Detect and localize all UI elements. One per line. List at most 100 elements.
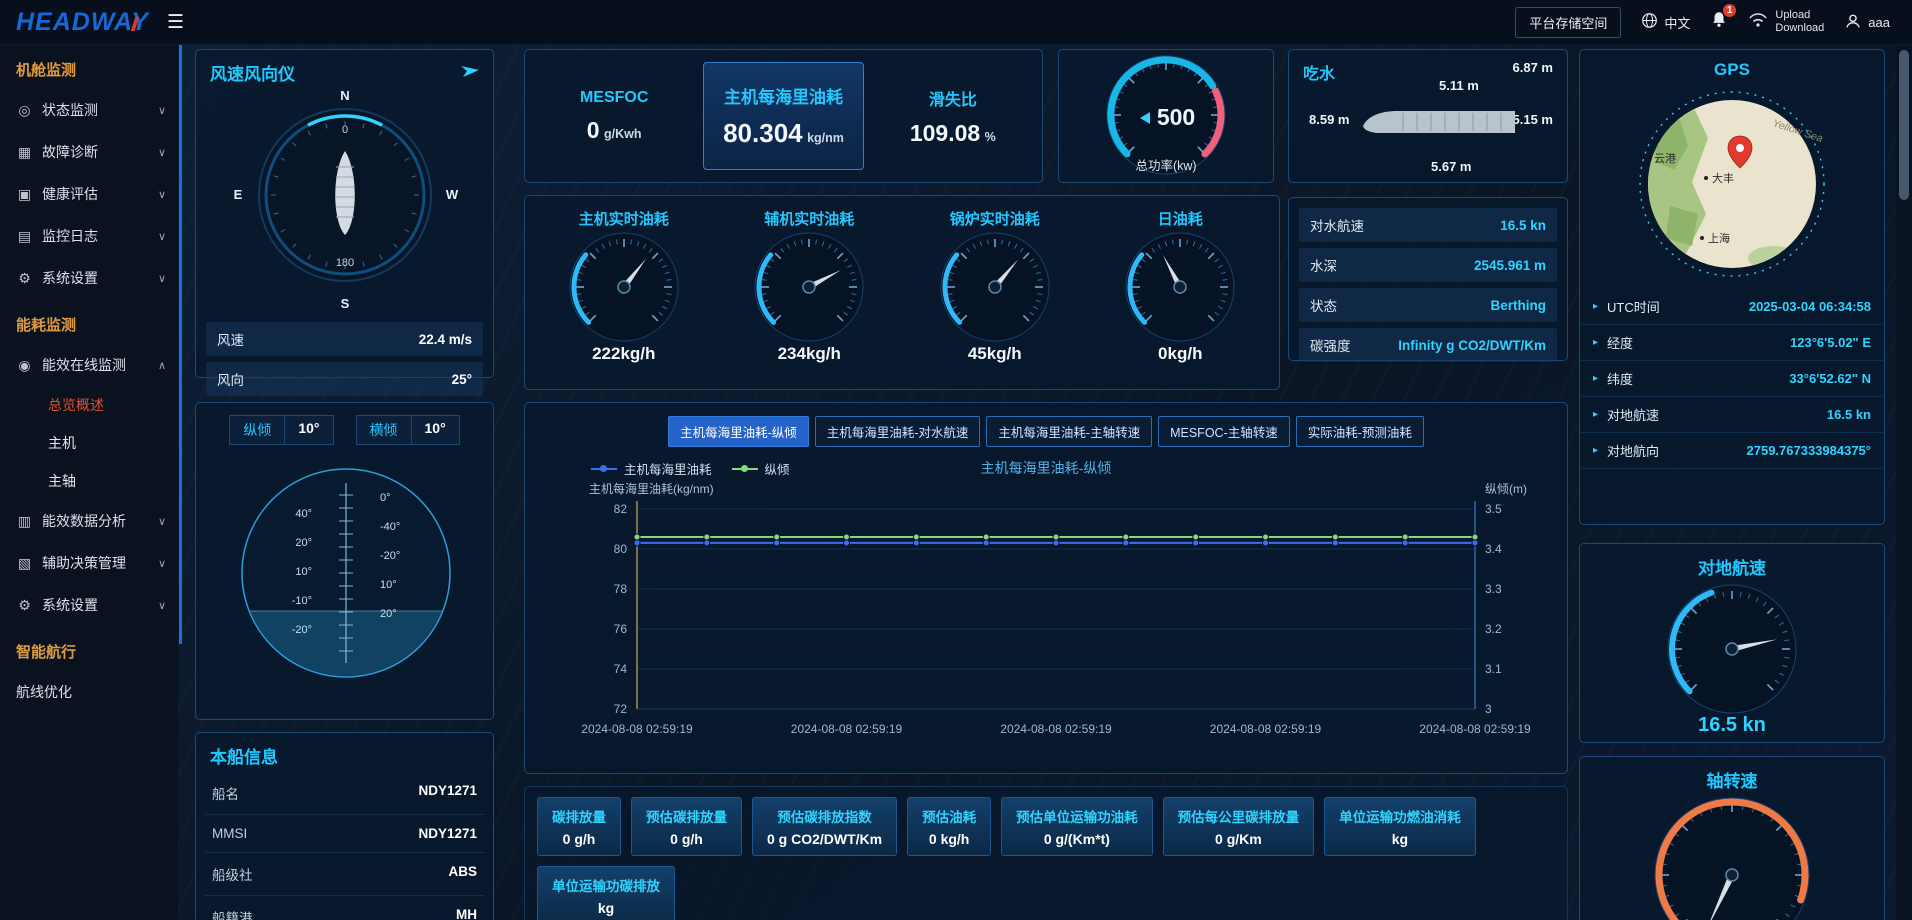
sidebar-item[interactable]: ▣健康评估∨ <box>0 173 178 215</box>
row-value: 16.5 kn <box>1500 218 1546 233</box>
info-row: ▸对地航速16.5 kn <box>1580 397 1884 433</box>
kpi-label: 滑失比 <box>929 86 977 110</box>
legend-item[interactable]: 纵倾 <box>732 459 790 478</box>
notifications-button[interactable]: 1 <box>1710 10 1728 34</box>
kpi-cell: 滑失比109.08 % <box>874 62 1032 170</box>
chart-legend: 主机每海里油耗 纵倾 <box>591 459 790 478</box>
chart-plot-area: 主机每海里油耗(kg/nm)纵倾(m)8280787674723.53.43.3… <box>525 479 1569 766</box>
sidebar-item[interactable]: ▦故障诊断∨ <box>0 131 178 173</box>
sidebar-item[interactable]: ▤监控日志∨ <box>0 215 178 257</box>
sidebar-item-label: 能效在线监测 <box>42 355 149 375</box>
metric-card: 单位运输功燃油消耗kg <box>1324 797 1476 856</box>
row-label: 碳强度 <box>1310 335 1351 355</box>
sidebar-item-label: 系统设置 <box>42 268 149 288</box>
chevron-down-icon: ∨ <box>158 188 166 201</box>
info-row: 船级社ABS <box>204 853 485 896</box>
page-scrollbar[interactable] <box>1896 44 1912 920</box>
svg-text:3.5: 3.5 <box>1485 502 1502 516</box>
metric-value: 0 g/h <box>646 831 727 847</box>
sidebar-item[interactable]: ◉能效在线监测∧ <box>0 344 178 386</box>
metric-card: 单位运输功碳排放kg <box>537 866 675 920</box>
svg-text:0: 0 <box>341 124 347 136</box>
svg-text:2024-08-08 02:59:19: 2024-08-08 02:59:19 <box>1419 722 1531 736</box>
sidebar-item[interactable]: 航线优化 <box>0 671 178 713</box>
row-value: 2759.767333984375° <box>1747 443 1872 458</box>
gauge-value: 0kg/h <box>1088 344 1274 364</box>
decision-support-icon: ▧ <box>16 555 33 572</box>
sidebar-item-label: 能效数据分析 <box>42 511 149 531</box>
sidebar-item-label: 状态监测 <box>42 100 149 120</box>
wind-panel: 风速风向仪 NEWS0180 风速22.4 m/s风向25° <box>195 49 494 378</box>
sidebar-item[interactable]: ⚙系统设置∨ <box>0 584 178 626</box>
chart-tab[interactable]: 主机每海里油耗-对水航速 <box>815 416 981 447</box>
sidebar: 机舱监测◎状态监测∨▦故障诊断∨▣健康评估∨▤监控日志∨⚙系统设置∨能耗监测◉能… <box>0 44 178 920</box>
row-value: 16.5 kn <box>1827 407 1871 422</box>
metric-label: 单位运输功碳排放 <box>552 875 660 895</box>
sidebar-subitem[interactable]: 总览概述 <box>0 386 178 424</box>
sidebar-item[interactable]: ▧辅助决策管理∨ <box>0 542 178 584</box>
sog-gauge-dial <box>1666 583 1798 720</box>
trim-heel-panel: 纵倾10°横倾10° 40°20°10°-10°-20°0°-40°-20°10… <box>195 402 494 720</box>
draft-port-value: 8.59 m <box>1309 112 1349 127</box>
metric-label: 预估碳排放指数 <box>767 806 882 826</box>
info-row: 碳强度Infinity g CO2/DWT/Km <box>1299 328 1557 362</box>
info-row: 对水航速 16.5 kn <box>1299 208 1557 242</box>
arrow-icon: ▸ <box>1593 337 1598 348</box>
sidebar-section-title: 智能航行 <box>0 626 178 671</box>
panel-title: GPS <box>1580 50 1884 84</box>
kpi-label: 主机每海里油耗 <box>724 83 843 108</box>
sidebar-subitem[interactable]: 主机 <box>0 424 178 462</box>
kpi-label: MESFOC <box>580 89 648 107</box>
metric-card: 预估单位运输功油耗0 g/(Km*t) <box>1001 797 1153 856</box>
row-value: MH <box>456 907 477 920</box>
metric-label: 预估单位运输功油耗 <box>1016 806 1138 826</box>
scrollbar-thumb[interactable] <box>1899 50 1909 200</box>
shaft-speed-panel: 轴转速 <box>1579 756 1885 920</box>
storage-button[interactable]: 平台存储空间 <box>1515 7 1621 38</box>
chart-tab[interactable]: 实际油耗-预测油耗 <box>1296 416 1424 447</box>
row-label: 船籍港 <box>212 907 253 920</box>
sidebar-item[interactable]: ⚙系统设置∨ <box>0 257 178 299</box>
upload-download[interactable]: Upload Download <box>1748 9 1824 35</box>
user-menu[interactable]: aaa <box>1844 12 1890 33</box>
panel-title: 对地航速 <box>1580 544 1884 583</box>
sidebar-item[interactable]: ▥能效数据分析∨ <box>0 500 178 542</box>
svg-text:10°: 10° <box>380 579 397 591</box>
chevron-down-icon: ∨ <box>158 104 166 117</box>
svg-text:3.3: 3.3 <box>1485 582 1502 596</box>
system-settings-icon: ⚙ <box>16 597 33 614</box>
gps-panel: GPS Yellow Sea云港大丰上海 ▸UTC时间2025-03-04 06… <box>1579 49 1885 525</box>
user-icon <box>1844 12 1862 33</box>
chart-tab[interactable]: 主机每海里油耗-纵倾 <box>668 416 809 447</box>
chart-tab[interactable]: MESFOC-主轴转速 <box>1158 416 1290 447</box>
trim-value: 10° <box>411 415 460 445</box>
svg-text:-10°: -10° <box>292 595 312 607</box>
row-value: 123°6'5.02" E <box>1790 335 1871 350</box>
gauge-value: 45kg/h <box>902 344 1088 364</box>
sidebar-item[interactable]: ◎状态监测∨ <box>0 89 178 131</box>
arrow-icon: ▸ <box>1593 409 1598 420</box>
sidebar-subitem[interactable]: 主轴 <box>0 462 178 500</box>
info-row: 风向25° <box>206 362 483 396</box>
language-switcher[interactable]: 中文 <box>1641 12 1690 32</box>
row-label: 船级社 <box>212 864 253 884</box>
menu-toggle-icon[interactable]: ☰ <box>167 11 184 34</box>
row-label: 水深 <box>1310 255 1337 275</box>
chart-tab[interactable]: 主机每海里油耗-主轴转速 <box>986 416 1152 447</box>
metric-value: 0 g CO2/DWT/Km <box>767 831 882 847</box>
info-row: 状态Berthing <box>1299 288 1557 322</box>
row-label: 对水航速 <box>1310 215 1364 235</box>
language-label: 中文 <box>1664 13 1690 32</box>
chevron-down-icon: ∨ <box>158 272 166 285</box>
chevron-down-icon: ∨ <box>158 146 166 159</box>
svg-text:上海: 上海 <box>1708 231 1730 245</box>
svg-text:0°: 0° <box>380 492 391 504</box>
gauge-dial <box>1088 231 1274 348</box>
draft-panel: 吃水 6.87 m 5.11 m 8.59 m 5.15 m 5.67 m <box>1288 49 1568 183</box>
trim-label: 横倾 <box>356 415 411 445</box>
legend-item[interactable]: 主机每海里油耗 <box>591 459 712 478</box>
row-value: NDY1271 <box>418 783 477 803</box>
svg-text:3: 3 <box>1485 702 1492 716</box>
row-value: 2545.961 m <box>1474 258 1546 273</box>
row-label: 经度 <box>1607 333 1790 352</box>
